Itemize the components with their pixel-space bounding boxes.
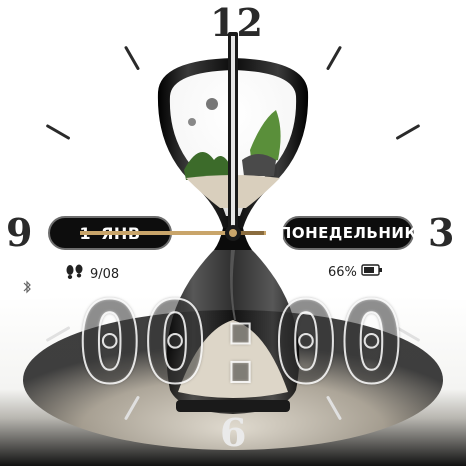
watch-face: 12 3 9 6 1 ЯНВ ПОНЕДЕЛЬНИК 9/08 66% [0, 0, 466, 466]
analog-hands [80, 32, 266, 241]
minute-hand [228, 32, 238, 238]
